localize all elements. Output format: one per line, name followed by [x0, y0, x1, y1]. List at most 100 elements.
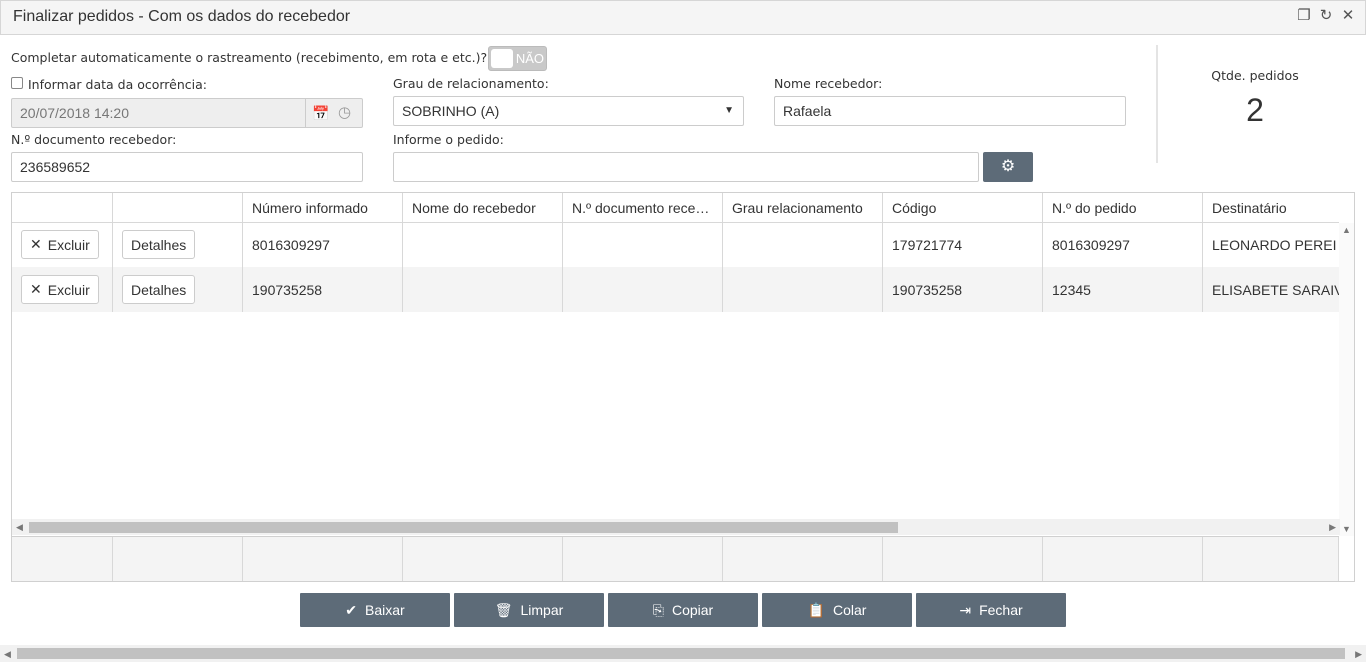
cell-grau [723, 222, 883, 267]
scroll-left-icon[interactable]: ◀ [16, 522, 23, 533]
colar-label: Colar [832, 602, 867, 618]
doc-value: 236589652 [20, 159, 91, 175]
auto-complete-toggle[interactable]: NÃO [488, 46, 547, 71]
scroll-left-icon[interactable]: ◀ [4, 649, 11, 660]
doc-input[interactable]: 236589652 [11, 152, 363, 182]
grid-header: Número informado Nome do recebedor N.º d… [12, 193, 1339, 223]
table-row[interactable]: ✕ Excluir Detalhes 8016309297 179721774 8… [12, 222, 1339, 267]
date-value: 20/07/2018 14:20 [20, 105, 129, 121]
colar-button[interactable]: 📋 Colar [762, 593, 912, 627]
relationship-label: Grau de relacionamento: [393, 76, 549, 91]
gear-icon: ⚙ [1000, 158, 1016, 175]
cell-documento [563, 222, 723, 267]
grid-vertical-scrollbar[interactable]: ▲ ▼ [1339, 223, 1354, 536]
limpar-button[interactable]: 🗑 Limpar [454, 593, 604, 627]
scroll-up-icon[interactable]: ▲ [1342, 225, 1351, 235]
footer-cell [113, 537, 243, 581]
inform-date-checkbox[interactable] [11, 77, 23, 89]
doc-label: N.º documento recebedor: [11, 132, 177, 147]
cell-codigo: 190735258 [883, 267, 1043, 312]
copiar-button[interactable]: ⎘ Copiar [608, 593, 758, 627]
restore-icon[interactable]: ❐ [1296, 7, 1312, 25]
cell-codigo: 179721774 [883, 222, 1043, 267]
col-header-documento[interactable]: N.º documento rece… [563, 193, 723, 223]
order-input[interactable] [393, 152, 979, 182]
scroll-down-icon[interactable]: ▼ [1342, 524, 1351, 534]
qty-label: Qtde. pedidos [1211, 68, 1299, 83]
col-header-grau[interactable]: Grau relacionamento [723, 193, 883, 223]
cell-documento [563, 267, 723, 312]
cell-numero: 8016309297 [243, 222, 403, 267]
baixar-label: Baixar [365, 602, 405, 618]
window-controls: ❐ ↻ ✕ [1296, 7, 1356, 25]
limpar-label: Limpar [520, 602, 564, 618]
grid-scroll-thumb[interactable] [29, 522, 898, 533]
grid-horizontal-scrollbar[interactable]: ◀ ▶ [12, 519, 1340, 535]
delete-button[interactable]: ✕ Excluir [21, 230, 99, 259]
table-row[interactable]: ✕ Excluir Detalhes 190735258 190735258 12… [12, 267, 1339, 312]
cell-pedido: 8016309297 [1043, 222, 1203, 267]
col-header-numero[interactable]: Número informado [243, 193, 403, 223]
refresh-icon[interactable]: ↻ [1318, 7, 1334, 25]
qty-value: 2 [1246, 92, 1264, 128]
footer-cell [243, 537, 403, 581]
check-icon: ✔ [345, 601, 358, 618]
inform-date-label: Informar data da ocorrência: [28, 77, 208, 92]
col-header-pedido[interactable]: N.º do pedido [1043, 193, 1203, 223]
col-header-destinatario[interactable]: Destinatário [1203, 193, 1339, 223]
copy-icon: ⎘ [652, 601, 664, 618]
chevron-down-icon: ▼ [724, 105, 734, 116]
col-header-delete [12, 193, 113, 223]
calendar-icon: 📅 [312, 105, 330, 121]
paste-icon: 📋 [807, 601, 825, 618]
close-icon[interactable]: ✕ [1340, 7, 1356, 25]
window-title: Finalizar pedidos - Com os dados do rece… [13, 8, 351, 25]
toggle-knob [491, 49, 513, 68]
page-scroll-thumb[interactable] [17, 648, 1345, 659]
footer-cell [883, 537, 1043, 581]
delete-cell: ✕ Excluir [12, 222, 113, 267]
footer-cell [723, 537, 883, 581]
auto-complete-label: Completar automaticamente o rastreamento… [11, 50, 488, 65]
fechar-label: Fechar [979, 602, 1023, 618]
grid-footer [12, 536, 1339, 581]
cell-pedido: 12345 [1043, 267, 1203, 312]
col-header-details [113, 193, 243, 223]
date-field-divider [305, 99, 306, 127]
cell-numero: 190735258 [243, 267, 403, 312]
delete-cell: ✕ Excluir [12, 267, 113, 312]
fechar-button[interactable]: ⇥ Fechar [916, 593, 1066, 627]
relationship-value: SOBRINHO (A) [402, 103, 500, 119]
order-settings-button[interactable]: ⚙ [983, 152, 1033, 182]
date-field: 20/07/2018 14:20 📅 ◷ [11, 98, 363, 128]
toggle-text: NÃO [515, 51, 544, 66]
cell-nome [403, 267, 563, 312]
cell-destinatario: ELISABETE SARAIV [1212, 281, 1339, 298]
relationship-select[interactable]: SOBRINHO (A) ▼ [393, 96, 744, 126]
sign-out-icon: ⇥ [959, 601, 972, 618]
col-header-nome[interactable]: Nome do recebedor [403, 193, 563, 223]
delete-button[interactable]: ✕ Excluir [21, 275, 99, 304]
scroll-right-icon[interactable]: ▶ [1355, 649, 1362, 660]
cell-destinatario: LEONARDO PEREI [1212, 236, 1337, 253]
footer-cell [563, 537, 723, 581]
footer-cell [1203, 537, 1339, 581]
receiver-name-input[interactable]: Rafaela [774, 96, 1126, 126]
col-header-codigo[interactable]: Código [883, 193, 1043, 223]
baixar-button[interactable]: ✔ Baixar [300, 593, 450, 627]
close-icon: ✕ [30, 281, 42, 297]
page-horizontal-scrollbar[interactable]: ◀ ▶ [0, 645, 1366, 662]
close-icon: ✕ [30, 236, 42, 252]
delete-label: Excluir [47, 236, 90, 253]
footer-cell [1043, 537, 1203, 581]
receiver-name-value: Rafaela [783, 103, 832, 119]
delete-label: Excluir [47, 281, 90, 298]
scroll-right-icon[interactable]: ▶ [1329, 522, 1336, 533]
orders-grid: Número informado Nome do recebedor N.º d… [11, 192, 1355, 582]
clock-icon: ◷ [338, 104, 352, 121]
details-button[interactable]: Detalhes [122, 230, 196, 259]
details-cell: Detalhes [113, 222, 243, 267]
details-button[interactable]: Detalhes [122, 275, 196, 304]
trash-icon: 🗑 [494, 601, 513, 618]
details-cell: Detalhes [113, 267, 243, 312]
